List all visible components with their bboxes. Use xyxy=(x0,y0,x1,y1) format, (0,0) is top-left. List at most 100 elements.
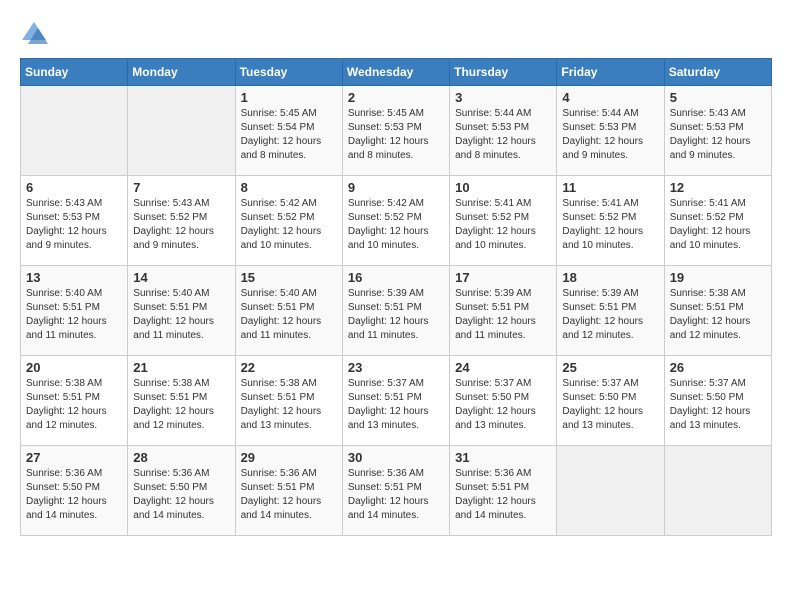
day-number: 3 xyxy=(455,90,551,105)
column-header-saturday: Saturday xyxy=(664,59,771,86)
logo-icon xyxy=(20,20,48,48)
day-number: 10 xyxy=(455,180,551,195)
calendar-cell: 11 Sunrise: 5:41 AMSunset: 5:52 PMDayligh… xyxy=(557,176,664,266)
calendar-cell: 7 Sunrise: 5:43 AMSunset: 5:52 PMDaylight… xyxy=(128,176,235,266)
day-number: 29 xyxy=(241,450,337,465)
day-number: 15 xyxy=(241,270,337,285)
day-number: 19 xyxy=(670,270,766,285)
day-number: 13 xyxy=(26,270,122,285)
calendar-cell: 9 Sunrise: 5:42 AMSunset: 5:52 PMDaylight… xyxy=(342,176,449,266)
calendar-week-4: 20 Sunrise: 5:38 AMSunset: 5:51 PMDayligh… xyxy=(21,356,772,446)
day-number: 30 xyxy=(348,450,444,465)
day-info: Sunrise: 5:36 AMSunset: 5:50 PMDaylight:… xyxy=(26,467,122,523)
calendar-cell: 27 Sunrise: 5:36 AMSunset: 5:50 PMDayligh… xyxy=(21,446,128,536)
calendar-cell: 10 Sunrise: 5:41 AMSunset: 5:52 PMDayligh… xyxy=(450,176,557,266)
day-number: 22 xyxy=(241,360,337,375)
day-number: 5 xyxy=(670,90,766,105)
calendar-week-1: 1 Sunrise: 5:45 AMSunset: 5:54 PMDaylight… xyxy=(21,86,772,176)
day-info: Sunrise: 5:36 AMSunset: 5:51 PMDaylight:… xyxy=(348,467,444,523)
day-number: 18 xyxy=(562,270,658,285)
day-number: 4 xyxy=(562,90,658,105)
day-number: 11 xyxy=(562,180,658,195)
calendar-cell: 17 Sunrise: 5:39 AMSunset: 5:51 PMDayligh… xyxy=(450,266,557,356)
day-info: Sunrise: 5:39 AMSunset: 5:51 PMDaylight:… xyxy=(562,287,658,343)
calendar-cell xyxy=(128,86,235,176)
day-info: Sunrise: 5:43 AMSunset: 5:52 PMDaylight:… xyxy=(133,197,229,253)
calendar-cell: 6 Sunrise: 5:43 AMSunset: 5:53 PMDaylight… xyxy=(21,176,128,266)
day-number: 24 xyxy=(455,360,551,375)
calendar-cell: 29 Sunrise: 5:36 AMSunset: 5:51 PMDayligh… xyxy=(235,446,342,536)
calendar-cell: 26 Sunrise: 5:37 AMSunset: 5:50 PMDayligh… xyxy=(664,356,771,446)
day-info: Sunrise: 5:38 AMSunset: 5:51 PMDaylight:… xyxy=(133,377,229,433)
calendar-cell: 2 Sunrise: 5:45 AMSunset: 5:53 PMDaylight… xyxy=(342,86,449,176)
day-number: 1 xyxy=(241,90,337,105)
day-info: Sunrise: 5:45 AMSunset: 5:53 PMDaylight:… xyxy=(348,107,444,163)
calendar-cell xyxy=(557,446,664,536)
column-header-wednesday: Wednesday xyxy=(342,59,449,86)
calendar-cell: 8Sunrise: 5:42 AMSunset: 5:52 PMDaylight… xyxy=(235,176,342,266)
day-number: 26 xyxy=(670,360,766,375)
calendar-cell: 31Sunrise: 5:36 AMSunset: 5:51 PMDayligh… xyxy=(450,446,557,536)
header-row: SundayMondayTuesdayWednesdayThursdayFrid… xyxy=(21,59,772,86)
calendar-cell xyxy=(664,446,771,536)
day-info: Sunrise: 5:36 AMSunset: 5:51 PMDaylight:… xyxy=(455,467,551,523)
calendar-week-2: 6 Sunrise: 5:43 AMSunset: 5:53 PMDaylight… xyxy=(21,176,772,266)
day-info: Sunrise: 5:40 AMSunset: 5:51 PMDaylight:… xyxy=(133,287,229,343)
day-info: Sunrise: 5:36 AMSunset: 5:51 PMDaylight:… xyxy=(241,467,337,523)
day-number: 20 xyxy=(26,360,122,375)
day-info: Sunrise: 5:42 AMSunset: 5:52 PMDaylight:… xyxy=(348,197,444,253)
day-info: Sunrise: 5:41 AMSunset: 5:52 PMDaylight:… xyxy=(670,197,766,253)
day-number: 7 xyxy=(133,180,229,195)
day-number: 9 xyxy=(348,180,444,195)
day-info: Sunrise: 5:37 AMSunset: 5:50 PMDaylight:… xyxy=(670,377,766,433)
day-number: 27 xyxy=(26,450,122,465)
day-number: 6 xyxy=(26,180,122,195)
calendar-cell: 23 Sunrise: 5:37 AMSunset: 5:51 PMDayligh… xyxy=(342,356,449,446)
day-info: Sunrise: 5:41 AMSunset: 5:52 PMDaylight:… xyxy=(562,197,658,253)
calendar-cell: 24 Sunrise: 5:37 AMSunset: 5:50 PMDayligh… xyxy=(450,356,557,446)
day-info: Sunrise: 5:43 AMSunset: 5:53 PMDaylight:… xyxy=(670,107,766,163)
calendar-cell: 19Sunrise: 5:38 AMSunset: 5:51 PMDayligh… xyxy=(664,266,771,356)
day-info: Sunrise: 5:45 AMSunset: 5:54 PMDaylight:… xyxy=(241,107,337,163)
day-info: Sunrise: 5:40 AMSunset: 5:51 PMDaylight:… xyxy=(241,287,337,343)
calendar-cell: 14 Sunrise: 5:40 AMSunset: 5:51 PMDayligh… xyxy=(128,266,235,356)
day-info: Sunrise: 5:37 AMSunset: 5:50 PMDaylight:… xyxy=(562,377,658,433)
day-info: Sunrise: 5:42 AMSunset: 5:52 PMDaylight:… xyxy=(241,197,337,253)
day-number: 25 xyxy=(562,360,658,375)
logo xyxy=(20,20,50,48)
day-info: Sunrise: 5:39 AMSunset: 5:51 PMDaylight:… xyxy=(348,287,444,343)
day-info: Sunrise: 5:39 AMSunset: 5:51 PMDaylight:… xyxy=(455,287,551,343)
calendar-cell: 25 Sunrise: 5:37 AMSunset: 5:50 PMDayligh… xyxy=(557,356,664,446)
calendar-cell: 21 Sunrise: 5:38 AMSunset: 5:51 PMDayligh… xyxy=(128,356,235,446)
day-number: 21 xyxy=(133,360,229,375)
day-number: 16 xyxy=(348,270,444,285)
column-header-tuesday: Tuesday xyxy=(235,59,342,86)
day-info: Sunrise: 5:37 AMSunset: 5:51 PMDaylight:… xyxy=(348,377,444,433)
page-header xyxy=(20,20,772,48)
calendar-week-3: 13 Sunrise: 5:40 AMSunset: 5:51 PMDayligh… xyxy=(21,266,772,356)
day-info: Sunrise: 5:37 AMSunset: 5:50 PMDaylight:… xyxy=(455,377,551,433)
day-number: 14 xyxy=(133,270,229,285)
calendar-cell: 20 Sunrise: 5:38 AMSunset: 5:51 PMDayligh… xyxy=(21,356,128,446)
day-number: 17 xyxy=(455,270,551,285)
day-number: 2 xyxy=(348,90,444,105)
day-info: Sunrise: 5:38 AMSunset: 5:51 PMDaylight:… xyxy=(241,377,337,433)
calendar-cell: 12 Sunrise: 5:41 AMSunset: 5:52 PMDayligh… xyxy=(664,176,771,266)
day-info: Sunrise: 5:40 AMSunset: 5:51 PMDaylight:… xyxy=(26,287,122,343)
column-header-thursday: Thursday xyxy=(450,59,557,86)
day-number: 12 xyxy=(670,180,766,195)
calendar-table: SundayMondayTuesdayWednesdayThursdayFrid… xyxy=(20,58,772,536)
day-info: Sunrise: 5:38 AMSunset: 5:51 PMDaylight:… xyxy=(26,377,122,433)
calendar-cell: 16 Sunrise: 5:39 AMSunset: 5:51 PMDayligh… xyxy=(342,266,449,356)
column-header-monday: Monday xyxy=(128,59,235,86)
calendar-cell xyxy=(21,86,128,176)
day-info: Sunrise: 5:41 AMSunset: 5:52 PMDaylight:… xyxy=(455,197,551,253)
day-number: 23 xyxy=(348,360,444,375)
calendar-cell: 18 Sunrise: 5:39 AMSunset: 5:51 PMDayligh… xyxy=(557,266,664,356)
column-header-friday: Friday xyxy=(557,59,664,86)
calendar-cell: 1 Sunrise: 5:45 AMSunset: 5:54 PMDaylight… xyxy=(235,86,342,176)
calendar-cell: 3Sunrise: 5:44 AMSunset: 5:53 PMDaylight… xyxy=(450,86,557,176)
calendar-cell: 5 Sunrise: 5:43 AMSunset: 5:53 PMDaylight… xyxy=(664,86,771,176)
column-header-sunday: Sunday xyxy=(21,59,128,86)
day-info: Sunrise: 5:43 AMSunset: 5:53 PMDaylight:… xyxy=(26,197,122,253)
